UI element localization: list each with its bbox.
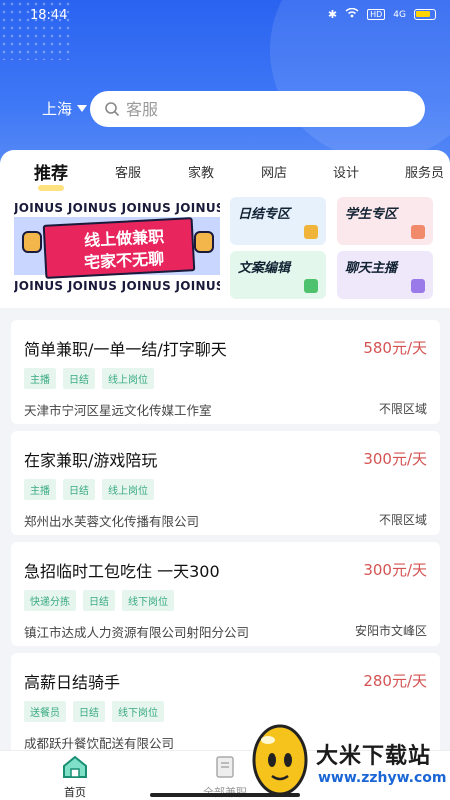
job-tag: 线下岗位: [122, 590, 174, 611]
job-tag: 日结: [63, 479, 95, 500]
zone-daily-pay[interactable]: 日结专区: [230, 197, 326, 245]
job-tag: 主播: [24, 368, 56, 389]
thumbs-up-icon: [22, 231, 42, 253]
city-selector[interactable]: 上海: [42, 98, 88, 119]
zone-student[interactable]: 学生专区: [337, 197, 433, 245]
job-company: 镇江市达成人力资源有限公司射阳分公司: [24, 625, 250, 640]
job-company: 天津市宁河区星远文化传媒工作室: [24, 403, 212, 418]
wifi-icon: [345, 7, 359, 21]
hd-badge: HD: [367, 9, 386, 20]
job-tag: 送餐员: [24, 701, 66, 722]
trophy-icon: [304, 225, 318, 239]
zone-label: 聊天主播: [345, 261, 398, 276]
nav-home[interactable]: 首页: [35, 755, 115, 800]
job-tag: 线上岗位: [102, 368, 154, 389]
job-company: 郑州出水芙蓉文化传播有限公司: [24, 514, 200, 529]
status-bar: 18:44 ✱ HD 4G: [0, 0, 450, 32]
watermark-text: 大米下载站: [316, 744, 432, 769]
tab-design[interactable]: 设计: [333, 162, 359, 181]
job-region: 不限区域: [378, 513, 427, 527]
job-title: 简单兼职/一单一结/打字聊天: [24, 340, 227, 359]
category-tabs: 推荐 客服 家教 网店 设计 服务员: [0, 162, 450, 192]
signal-icon: 4G: [393, 9, 406, 20]
tab-online-shop[interactable]: 网店: [261, 162, 287, 181]
job-tag: 日结: [73, 701, 105, 722]
zone-chat-host[interactable]: 聊天主播: [337, 251, 433, 299]
job-tag: 线上岗位: [102, 479, 154, 500]
job-price: 300元/天: [363, 561, 427, 579]
zone-label: 日结专区: [238, 207, 291, 222]
job-title: 急招临时工包吃住 一天300: [24, 562, 220, 581]
job-price: 280元/天: [363, 672, 427, 690]
thumbs-up-icon: [194, 231, 214, 253]
job-price: 300元/天: [363, 450, 427, 468]
job-title: 在家兼职/游戏陪玩: [24, 451, 158, 470]
search-input[interactable]: [126, 99, 386, 119]
nav-label: 首页: [64, 786, 86, 799]
tab-waiter[interactable]: 服务员: [405, 162, 444, 181]
job-tags: 送餐员 日结 线下岗位: [24, 701, 164, 722]
category-panel: 推荐 客服 家教 网店 设计 服务员 JOINUS JOINUS JOINUS …: [0, 150, 450, 308]
job-tags: 主播 日结 线上岗位: [24, 368, 154, 389]
search-bar[interactable]: [90, 91, 425, 127]
job-card[interactable]: 急招临时工包吃住 一天300 300元/天 快递分拣 日结 线下岗位 镇江市达成…: [11, 542, 440, 646]
tab-tutor[interactable]: 家教: [188, 162, 214, 181]
bluetooth-icon: ✱: [327, 8, 338, 21]
zone-label: 文案编辑: [238, 261, 291, 276]
zone-label: 学生专区: [345, 207, 398, 222]
job-price: 580元/天: [363, 339, 427, 357]
city-label: 上海: [42, 100, 73, 118]
job-tag: 日结: [83, 590, 115, 611]
zone-copywriting[interactable]: 文案编辑: [230, 251, 326, 299]
home-icon: [63, 755, 87, 778]
banner-strip-bottom: JOINUS JOINUS JOINUS JOINUS: [14, 279, 220, 293]
search-icon: [105, 102, 120, 117]
card-icon: [411, 225, 425, 239]
job-region: 安阳市文峰区: [354, 624, 427, 638]
job-card[interactable]: 简单兼职/一单一结/打字聊天 580元/天 主播 日结 线上岗位 天津市宁河区星…: [11, 320, 440, 424]
job-tags: 主播 日结 线上岗位: [24, 479, 154, 500]
header-background: 18:44 ✱ HD 4G: [0, 0, 450, 175]
watermark-url: www.zzhyw.com: [318, 770, 447, 786]
status-icons: ✱ HD 4G: [327, 7, 436, 21]
job-region: 不限区域: [378, 402, 427, 416]
status-time: 18:44: [30, 8, 68, 23]
banner-strip-top: JOINUS JOINUS JOINUS JOINUS: [14, 201, 220, 215]
list-icon: [216, 756, 234, 778]
job-tag: 主播: [24, 479, 56, 500]
rice-mascot-icon: [252, 724, 308, 796]
tab-customer-service[interactable]: 客服: [115, 162, 141, 181]
promo-banner[interactable]: JOINUS JOINUS JOINUS JOINUS 线上做兼职 宅家不无聊 …: [14, 195, 220, 299]
job-tag: 线下岗位: [112, 701, 164, 722]
job-tag: 日结: [63, 368, 95, 389]
document-icon: [304, 279, 318, 293]
job-title: 高薪日结骑手: [24, 673, 121, 692]
camera-icon: [411, 279, 425, 293]
tab-recommend[interactable]: 推荐: [34, 162, 68, 191]
battery-icon: [414, 9, 436, 20]
job-tags: 快递分拣 日结 线下岗位: [24, 590, 174, 611]
job-tag: 快递分拣: [24, 590, 76, 611]
job-card[interactable]: 在家兼职/游戏陪玩 300元/天 主播 日结 线上岗位 郑州出水芙蓉文化传播有限…: [11, 431, 440, 535]
chevron-down-icon: [77, 105, 88, 112]
site-watermark: 大米下载站 www.zzhyw.com: [250, 716, 450, 800]
